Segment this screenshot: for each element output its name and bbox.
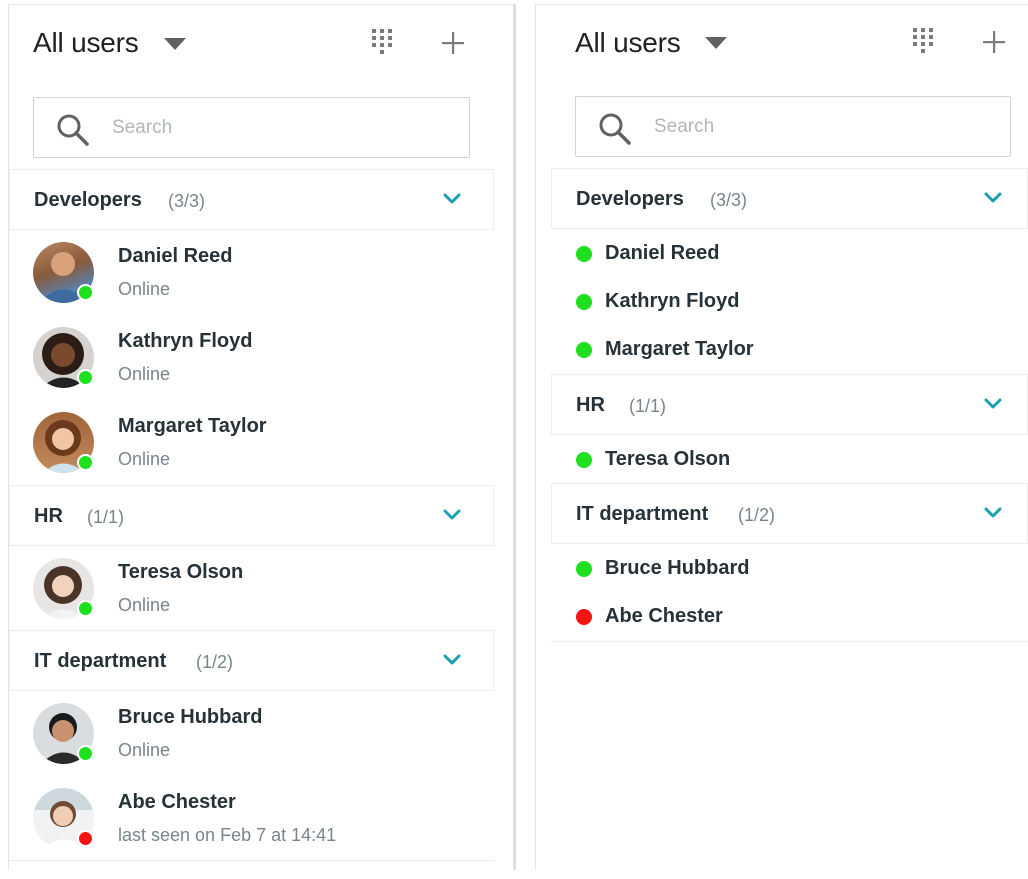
group-count: (1/1) bbox=[629, 396, 667, 416]
group-header-hr[interactable]: HR (1/1) bbox=[9, 485, 494, 546]
user-list-panel-detailed: All users Developers (3/3) bbox=[0, 0, 516, 879]
add-icon[interactable] bbox=[982, 30, 1006, 54]
group-count: (3/3) bbox=[168, 191, 206, 211]
online-status-icon bbox=[77, 369, 94, 386]
add-icon[interactable] bbox=[441, 31, 465, 55]
dialpad-icon[interactable] bbox=[371, 28, 393, 60]
online-status-icon bbox=[576, 452, 592, 468]
chevron-down-icon[interactable] bbox=[984, 506, 1002, 520]
search-input[interactable] bbox=[654, 112, 954, 142]
group-name: IT department bbox=[34, 650, 167, 672]
group-name: Developers bbox=[576, 188, 684, 210]
offline-status-icon bbox=[77, 830, 94, 847]
user-row-margaret-taylor[interactable]: Margaret Taylor Online bbox=[9, 401, 494, 485]
online-status-icon bbox=[576, 561, 592, 577]
group-count: (3/3) bbox=[710, 190, 748, 210]
chevron-down-icon[interactable] bbox=[984, 191, 1002, 205]
user-row-daniel-reed[interactable]: Daniel Reed bbox=[551, 230, 1028, 278]
online-status-icon bbox=[576, 294, 592, 310]
panel-title: All users bbox=[33, 27, 139, 58]
panel-title: All users bbox=[575, 27, 681, 58]
user-name: Margaret Taylor bbox=[118, 415, 267, 437]
online-status-icon bbox=[576, 246, 592, 262]
group-header-it-department[interactable]: IT department (1/2) bbox=[9, 630, 494, 691]
group-count: (1/1) bbox=[87, 507, 125, 527]
user-status: Online bbox=[118, 595, 171, 615]
group-header-developers[interactable]: Developers (3/3) bbox=[9, 169, 494, 230]
search-box bbox=[575, 96, 1011, 157]
group-header-hr[interactable]: HR (1/1) bbox=[551, 374, 1028, 435]
chevron-down-icon[interactable] bbox=[443, 508, 461, 522]
group-count: (1/2) bbox=[196, 652, 234, 672]
search-icon bbox=[57, 114, 89, 146]
search-input[interactable] bbox=[112, 113, 412, 143]
group-name: Developers bbox=[34, 189, 142, 211]
user-name: Bruce Hubbard bbox=[118, 706, 263, 728]
user-status: Online bbox=[118, 449, 171, 469]
user-name: Teresa Olson bbox=[605, 448, 731, 470]
user-name: Daniel Reed bbox=[605, 242, 720, 264]
user-name: Margaret Taylor bbox=[605, 338, 754, 360]
panel-top-border bbox=[8, 4, 516, 5]
user-name: Daniel Reed bbox=[118, 245, 233, 267]
user-name: Abe Chester bbox=[605, 605, 723, 627]
user-row-abe-chester[interactable]: Abe Chester bbox=[551, 592, 1028, 640]
user-row-teresa-olson[interactable]: Teresa Olson Online bbox=[9, 547, 494, 631]
online-status-icon bbox=[77, 284, 94, 301]
offline-status-icon bbox=[576, 609, 592, 625]
online-status-icon bbox=[576, 342, 592, 358]
chevron-down-icon[interactable] bbox=[443, 653, 461, 667]
divider bbox=[9, 860, 494, 861]
online-status-icon bbox=[77, 600, 94, 617]
group-name: IT department bbox=[576, 503, 709, 525]
user-row-kathryn-floyd[interactable]: Kathryn Floyd bbox=[551, 278, 1028, 326]
online-status-icon bbox=[77, 454, 94, 471]
chevron-down-icon[interactable] bbox=[984, 397, 1002, 411]
group-name: HR bbox=[34, 505, 63, 527]
panel-divider bbox=[513, 4, 516, 870]
search-box bbox=[33, 97, 470, 158]
user-row-daniel-reed[interactable]: Daniel Reed Online bbox=[9, 231, 494, 315]
user-status: last seen on Feb 7 at 14:41 bbox=[118, 825, 337, 845]
chevron-down-icon[interactable] bbox=[443, 192, 461, 206]
divider bbox=[551, 641, 1028, 642]
user-row-abe-chester[interactable]: Abe Chester last seen on Feb 7 at 14:41 bbox=[9, 777, 494, 861]
group-header-it-department[interactable]: IT department (1/2) bbox=[551, 483, 1028, 544]
panel-top-border bbox=[535, 4, 1028, 5]
user-name: Abe Chester bbox=[118, 791, 236, 813]
user-row-bruce-hubbard[interactable]: Bruce Hubbard Online bbox=[9, 692, 494, 776]
user-row-bruce-hubbard[interactable]: Bruce Hubbard bbox=[551, 544, 1028, 592]
user-status: Online bbox=[118, 740, 171, 760]
user-name: Kathryn Floyd bbox=[605, 290, 740, 312]
user-row-margaret-taylor[interactable]: Margaret Taylor bbox=[551, 326, 1028, 374]
caret-down-icon[interactable] bbox=[705, 37, 727, 49]
panel-left-border bbox=[535, 4, 536, 870]
user-status: Online bbox=[118, 364, 171, 384]
search-icon bbox=[599, 113, 631, 145]
group-header-developers[interactable]: Developers (3/3) bbox=[551, 168, 1028, 229]
user-name: Teresa Olson bbox=[118, 561, 244, 583]
online-status-icon bbox=[77, 745, 94, 762]
user-name: Bruce Hubbard bbox=[605, 557, 750, 579]
group-name: HR bbox=[576, 394, 605, 416]
user-status: Online bbox=[118, 279, 171, 299]
caret-down-icon[interactable] bbox=[164, 38, 186, 50]
user-row-teresa-olson[interactable]: Teresa Olson bbox=[551, 435, 1028, 483]
user-row-kathryn-floyd[interactable]: Kathryn Floyd Online bbox=[9, 316, 494, 400]
user-name: Kathryn Floyd bbox=[118, 330, 253, 352]
group-count: (1/2) bbox=[738, 505, 776, 525]
dialpad-icon[interactable] bbox=[912, 27, 934, 59]
user-list-panel-compact: All users Developers (3/3) bbox=[535, 0, 1028, 879]
